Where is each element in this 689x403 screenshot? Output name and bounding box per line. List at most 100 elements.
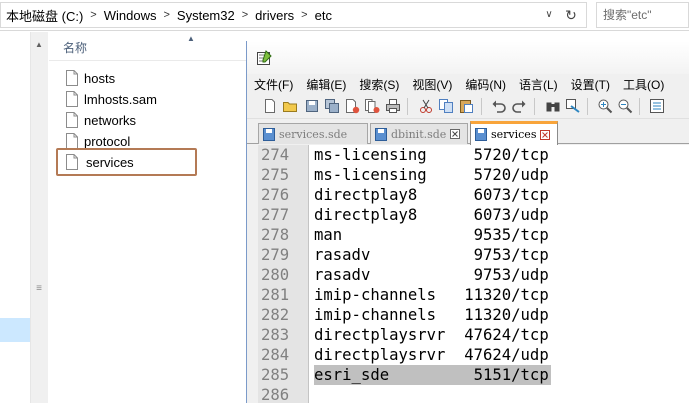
line-number: 280 <box>261 266 290 284</box>
code-line[interactable]: 282 imip-channels 11320/udp <box>258 305 689 325</box>
line-text[interactable]: rasadv 9753/tcp <box>314 245 549 265</box>
menu-encoding[interactable]: 编码(N) <box>458 76 512 93</box>
code-line[interactable]: 286 <box>258 385 689 403</box>
address-field[interactable]: 本地磁盘 (C:) > Windows > System32 > drivers… <box>0 2 587 28</box>
explorer-address-bar: 本地磁盘 (C:) > Windows > System32 > drivers… <box>0 0 689 31</box>
code-line[interactable]: 274 ms-licensing 5720/tcp <box>258 145 689 165</box>
line-text[interactable]: ms-licensing 5720/tcp <box>314 145 549 165</box>
line-text[interactable]: esri_sde 5151/tcp <box>314 365 551 385</box>
menu-search[interactable]: 搜索(S) <box>352 76 405 93</box>
breadcrumb-chevron-icon[interactable]: > <box>237 9 253 21</box>
code-line[interactable]: 275 ms-licensing 5720/udp <box>258 165 689 185</box>
sync-scroll-icon[interactable] <box>649 98 665 114</box>
save-all-icon[interactable] <box>324 98 340 114</box>
line-text[interactable]: imip-channels 11320/udp <box>314 305 549 325</box>
zoom-out-icon[interactable] <box>617 98 633 114</box>
refresh-icon[interactable]: ↻ <box>562 6 580 24</box>
code-line[interactable]: 280 rasadv 9753/udp <box>258 265 689 285</box>
file-name: lmhosts.sam <box>84 91 157 107</box>
open-file-icon[interactable] <box>282 98 298 114</box>
code-line[interactable]: 278 man 9535/tcp <box>258 225 689 245</box>
editor-margin-strip <box>247 145 258 403</box>
column-header-name[interactable]: 名称 <box>63 39 87 56</box>
file-item-networks[interactable]: networks <box>66 110 136 130</box>
code-line[interactable]: 284 directplaysrvr 47624/udp <box>258 345 689 365</box>
tab-label: dbinit.sde <box>391 127 447 141</box>
line-text[interactable]: ms-licensing 5720/udp <box>314 165 549 185</box>
notepad-titlebar[interactable] <box>247 41 689 74</box>
nav-selected-item[interactable] <box>0 318 30 342</box>
file-item-lmhosts[interactable]: lmhosts.sam <box>66 89 157 109</box>
sort-ascending-icon: ▲ <box>187 34 195 43</box>
menu-file[interactable]: 文件(F) <box>247 76 299 93</box>
tab-services-sde[interactable]: services.sde <box>258 123 368 144</box>
redo-icon[interactable] <box>511 98 527 114</box>
code-line[interactable]: 276 directplay8 6073/tcp <box>258 185 689 205</box>
find-icon[interactable] <box>545 98 561 114</box>
breadcrumb-etc[interactable]: etc <box>313 8 334 23</box>
line-text[interactable]: directplay8 6073/udp <box>314 205 549 225</box>
document-icon <box>66 133 78 149</box>
replace-icon[interactable] <box>565 98 581 114</box>
code-line[interactable]: 285 esri_sde 5151/tcp <box>258 365 689 385</box>
breadcrumb-drive[interactable]: 本地磁盘 (C:) <box>4 6 85 25</box>
copy-icon[interactable] <box>438 98 454 114</box>
close-all-icon[interactable] <box>364 98 380 114</box>
new-file-icon[interactable] <box>262 98 278 114</box>
file-item-services[interactable]: services <box>56 148 197 176</box>
breadcrumb-chevron-icon[interactable]: > <box>85 9 101 21</box>
menu-view[interactable]: 视图(V) <box>405 76 458 93</box>
breadcrumb-windows[interactable]: Windows <box>102 8 159 23</box>
file-name: protocol <box>84 133 131 149</box>
line-text[interactable]: directplaysrvr 47624/udp <box>314 345 549 365</box>
close-icon[interactable] <box>540 129 551 140</box>
breadcrumb-drivers[interactable]: drivers <box>253 8 296 23</box>
breadcrumb-system32[interactable]: System32 <box>175 8 237 23</box>
code-line[interactable]: 281 imip-channels 11320/tcp <box>258 285 689 305</box>
scroll-up-icon[interactable]: ▲ <box>35 40 43 49</box>
tab-dbinit-sde[interactable]: dbinit.sde <box>370 123 468 144</box>
cut-icon[interactable] <box>418 98 434 114</box>
toolbar-separator <box>481 98 482 115</box>
line-text[interactable]: rasadv 9753/udp <box>314 265 549 285</box>
search-input[interactable]: 搜索"etc" <box>596 2 689 28</box>
code-line[interactable]: 283 directplaysrvr 47624/tcp <box>258 325 689 345</box>
close-file-icon[interactable] <box>344 98 360 114</box>
file-item-hosts[interactable]: hosts <box>66 68 115 88</box>
menu-edit[interactable]: 编辑(E) <box>299 76 352 93</box>
code-line[interactable]: 279 rasadv 9753/tcp <box>258 245 689 265</box>
close-icon[interactable] <box>450 129 461 139</box>
line-number: 284 <box>261 346 290 364</box>
print-icon[interactable] <box>385 98 401 114</box>
toolbar-separator <box>407 98 408 115</box>
line-text[interactable]: man 9535/tcp <box>314 225 549 245</box>
breadcrumb-chevron-icon[interactable]: > <box>296 9 312 21</box>
line-text[interactable]: directplay8 6073/tcp <box>314 185 549 205</box>
scroll-grip-icon[interactable]: ≡ <box>34 284 44 294</box>
file-name: services <box>86 154 134 170</box>
editor-area[interactable]: 274 ms-licensing 5720/tcp 275 ms-licensing … <box>258 145 689 403</box>
document-icon <box>66 154 78 170</box>
paste-icon[interactable] <box>458 98 474 114</box>
tab-bar: services.sde dbinit.sde services <box>247 120 689 145</box>
line-number: 279 <box>261 246 290 264</box>
tab-label: services <box>491 128 537 141</box>
tab-services[interactable]: services <box>470 121 558 145</box>
file-name: networks <box>84 112 137 128</box>
line-number: 275 <box>261 166 290 184</box>
toolbar-separator <box>639 98 640 115</box>
zoom-in-icon[interactable] <box>597 98 613 114</box>
menu-tools[interactable]: 工具(O) <box>616 76 670 93</box>
toolbar <box>247 94 689 119</box>
save-icon[interactable] <box>304 98 320 114</box>
menu-settings[interactable]: 设置(T) <box>564 76 616 93</box>
line-text[interactable]: imip-channels 11320/tcp <box>314 285 549 305</box>
chevron-down-icon[interactable]: ∨ <box>541 7 557 23</box>
line-number: 278 <box>261 226 290 244</box>
code-line[interactable]: 277 directplay8 6073/udp <box>258 205 689 225</box>
undo-icon[interactable] <box>491 98 507 114</box>
breadcrumb-chevron-icon[interactable]: > <box>158 9 174 21</box>
nav-scrollbar[interactable]: ▲ ≡ <box>30 32 48 403</box>
menu-language[interactable]: 语言(L) <box>512 76 564 93</box>
line-text[interactable]: directplaysrvr 47624/tcp <box>314 325 549 345</box>
